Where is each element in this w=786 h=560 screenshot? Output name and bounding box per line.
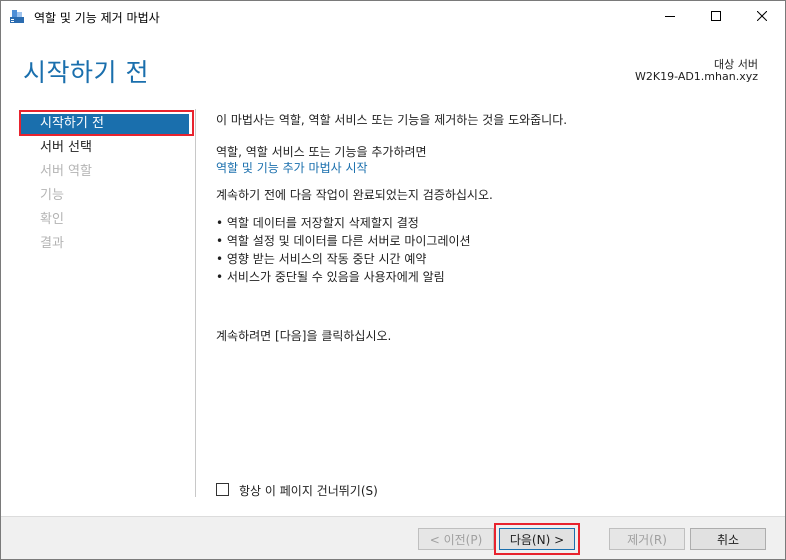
nav-item-results: 결과 [40,236,64,251]
previous-button[interactable]: < 이전(P) [418,528,494,550]
nav-item-server-selection[interactable]: 서버 선택 [21,138,189,158]
add-prompt-text: 역할, 역할 서비스 또는 기능을 추가하려면 [216,145,427,159]
wizard-header: 시작하기 전 대상 서버 W2K19-AD1.mhan.xyz [1,31,785,103]
bullet-item: • 영향 받는 서비스의 작동 중단 시간 예약 [216,252,427,266]
wizard-body: 시작하기 전 서버 선택 서버 역할 기능 확인 결과 이 마법사는 역할, 역… [1,103,785,516]
server-manager-icon [9,8,25,24]
close-button[interactable] [739,1,785,31]
cancel-button[interactable]: 취소 [690,528,766,550]
wizard-window: 역할 및 기능 제거 마법사 시작하기 전 대상 서버 W2K19-AD1.mh… [0,0,786,560]
nav-item-features: 기능 [40,188,64,203]
intro-text: 이 마법사는 역할, 역할 서비스 또는 기능을 제거하는 것을 도와줍니다. [216,113,568,127]
window-title: 역할 및 기능 제거 마법사 [34,11,160,25]
skip-page-label[interactable]: 항상 이 페이지 건너뛰기(S) [239,482,378,499]
nav-item-confirmation: 확인 [40,212,64,227]
continue-text: 계속하려면 [다음]을 클릭하십시오. [216,329,392,343]
minimize-icon [665,16,675,17]
wizard-nav: 시작하기 전 서버 선택 서버 역할 기능 확인 결과 [19,109,196,497]
minimize-button[interactable] [647,1,693,31]
next-button-highlight [494,523,580,555]
bullet-item: • 서비스가 중단될 수 있음을 사용자에게 알림 [216,270,445,284]
close-icon [757,11,767,21]
add-roles-wizard-link[interactable]: 역할 및 기능 추가 마법사 시작 [216,159,368,176]
bullet-item: • 역할 데이터를 저장할지 삭제할지 결정 [216,216,419,230]
bullet-item: • 역할 설정 및 데이터를 다른 서버로 마이그레이션 [216,234,471,248]
wizard-footer: < 이전(P) 다음(N) > 제거(R) 취소 [1,516,785,559]
skip-page-checkbox[interactable] [216,483,229,496]
maximize-icon [711,11,721,21]
nav-active-highlight [19,110,194,136]
page-title: 시작하기 전 [23,58,149,87]
nav-item-server-roles: 서버 역할 [40,164,92,179]
maximize-button[interactable] [693,1,739,31]
verify-text: 계속하기 전에 다음 작업이 완료되었는지 검증하십시오. [216,188,493,202]
remove-button[interactable]: 제거(R) [609,528,685,550]
destination-server-value: W2K19-AD1.mhan.xyz [635,70,758,83]
title-bar[interactable]: 역할 및 기능 제거 마법사 [1,1,785,31]
